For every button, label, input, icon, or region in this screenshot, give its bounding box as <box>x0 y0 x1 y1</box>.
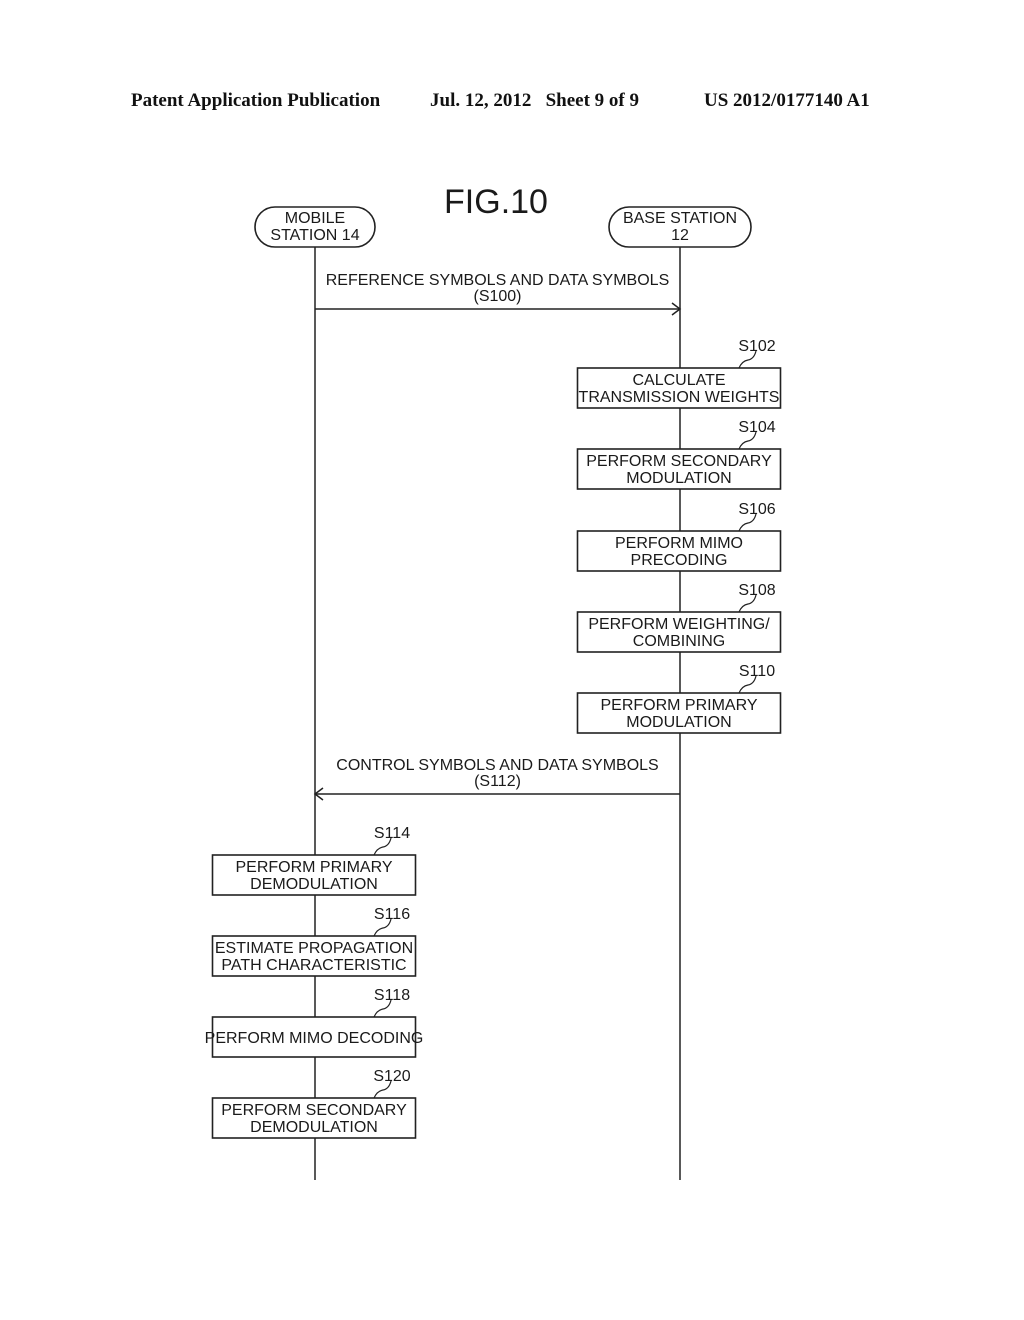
message-S100: REFERENCE SYMBOLS AND DATA SYMBOLS(S100) <box>315 272 682 316</box>
step-label: TRANSMISSION WEIGHTS <box>579 389 780 406</box>
step-S120: PERFORM SECONDARYDEMODULATION S120 <box>211 1068 417 1139</box>
step-label: PERFORM MIMO DECODING <box>205 1030 424 1047</box>
step-label: MODULATION <box>626 714 731 731</box>
figure-title: FIG.10 <box>444 183 548 221</box>
process-steps: CALCULATETRANSMISSION WEIGHTS S102 PERFORM… <box>205 338 782 1139</box>
lifeline-label: MOBILE <box>285 210 345 227</box>
step-label: PERFORM SECONDARY <box>586 453 772 470</box>
step-S118: PERFORM MIMO DECODING S118 <box>205 987 424 1058</box>
step-S106: PERFORM MIMOPRECODING S106 <box>576 501 782 572</box>
step-label: PERFORM WEIGHTING/ <box>588 616 770 633</box>
message-label: (S100) <box>473 288 521 305</box>
step-S102: CALCULATETRANSMISSION WEIGHTS S102 <box>576 338 782 409</box>
step-number: S110 <box>739 663 775 680</box>
step-number: S108 <box>738 582 775 599</box>
step-S114: PERFORM PRIMARYDEMODULATION S114 <box>211 825 417 896</box>
lifeline-label: BASE STATION <box>623 210 737 227</box>
step-number: S104 <box>738 419 775 436</box>
message-label: CONTROL SYMBOLS AND DATA SYMBOLS <box>336 757 658 774</box>
step-number: S114 <box>374 825 410 842</box>
message-label: (S112) <box>474 773 521 790</box>
step-label: PATH CHARACTERISTIC <box>221 957 406 974</box>
step-label: PERFORM PRIMARY <box>600 697 757 714</box>
step-S108: PERFORM WEIGHTING/COMBINING S108 <box>576 582 782 653</box>
step-S110: PERFORM PRIMARYMODULATION S110 <box>576 663 782 734</box>
step-label: DEMODULATION <box>250 1119 378 1136</box>
step-label: PRECODING <box>631 552 728 569</box>
step-number: S102 <box>738 338 775 355</box>
step-label: PERFORM SECONDARY <box>221 1102 407 1119</box>
step-number: S120 <box>373 1068 410 1085</box>
step-number: S118 <box>374 987 410 1004</box>
step-label: MODULATION <box>626 470 731 487</box>
sequence-diagram: FIG.10 MOBILESTATION 14 BASE STATION12 RE… <box>205 183 782 1180</box>
step-label: PERFORM MIMO <box>615 535 743 552</box>
step-number: S116 <box>374 906 410 923</box>
lifeline-label: STATION 14 <box>270 227 359 244</box>
step-label: CALCULATE <box>632 372 725 389</box>
message-S112: CONTROL SYMBOLS AND DATA SYMBOLS(S112) <box>313 757 680 801</box>
step-S104: PERFORM SECONDARYMODULATION S104 <box>576 419 782 490</box>
step-number: S106 <box>738 501 775 518</box>
step-S116: ESTIMATE PROPAGATIONPATH CHARACTERISTIC S… <box>211 906 417 977</box>
lifeline-label: 12 <box>671 227 689 244</box>
step-label: DEMODULATION <box>250 876 378 893</box>
step-label: ESTIMATE PROPAGATION <box>215 940 413 957</box>
message-label: REFERENCE SYMBOLS AND DATA SYMBOLS <box>326 272 670 289</box>
step-label: COMBINING <box>633 633 725 650</box>
step-label: PERFORM PRIMARY <box>235 859 392 876</box>
